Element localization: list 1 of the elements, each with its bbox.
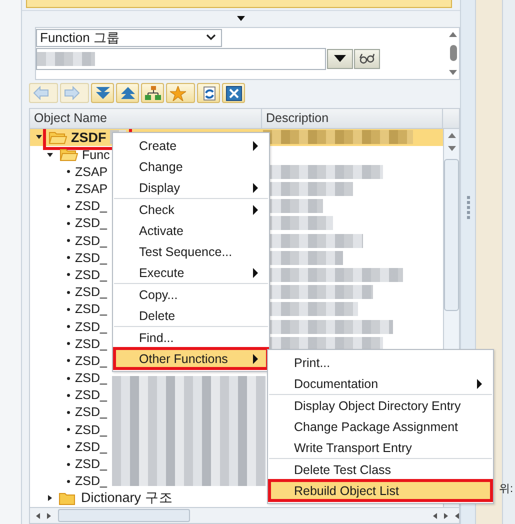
side-label: 위:	[499, 482, 514, 496]
